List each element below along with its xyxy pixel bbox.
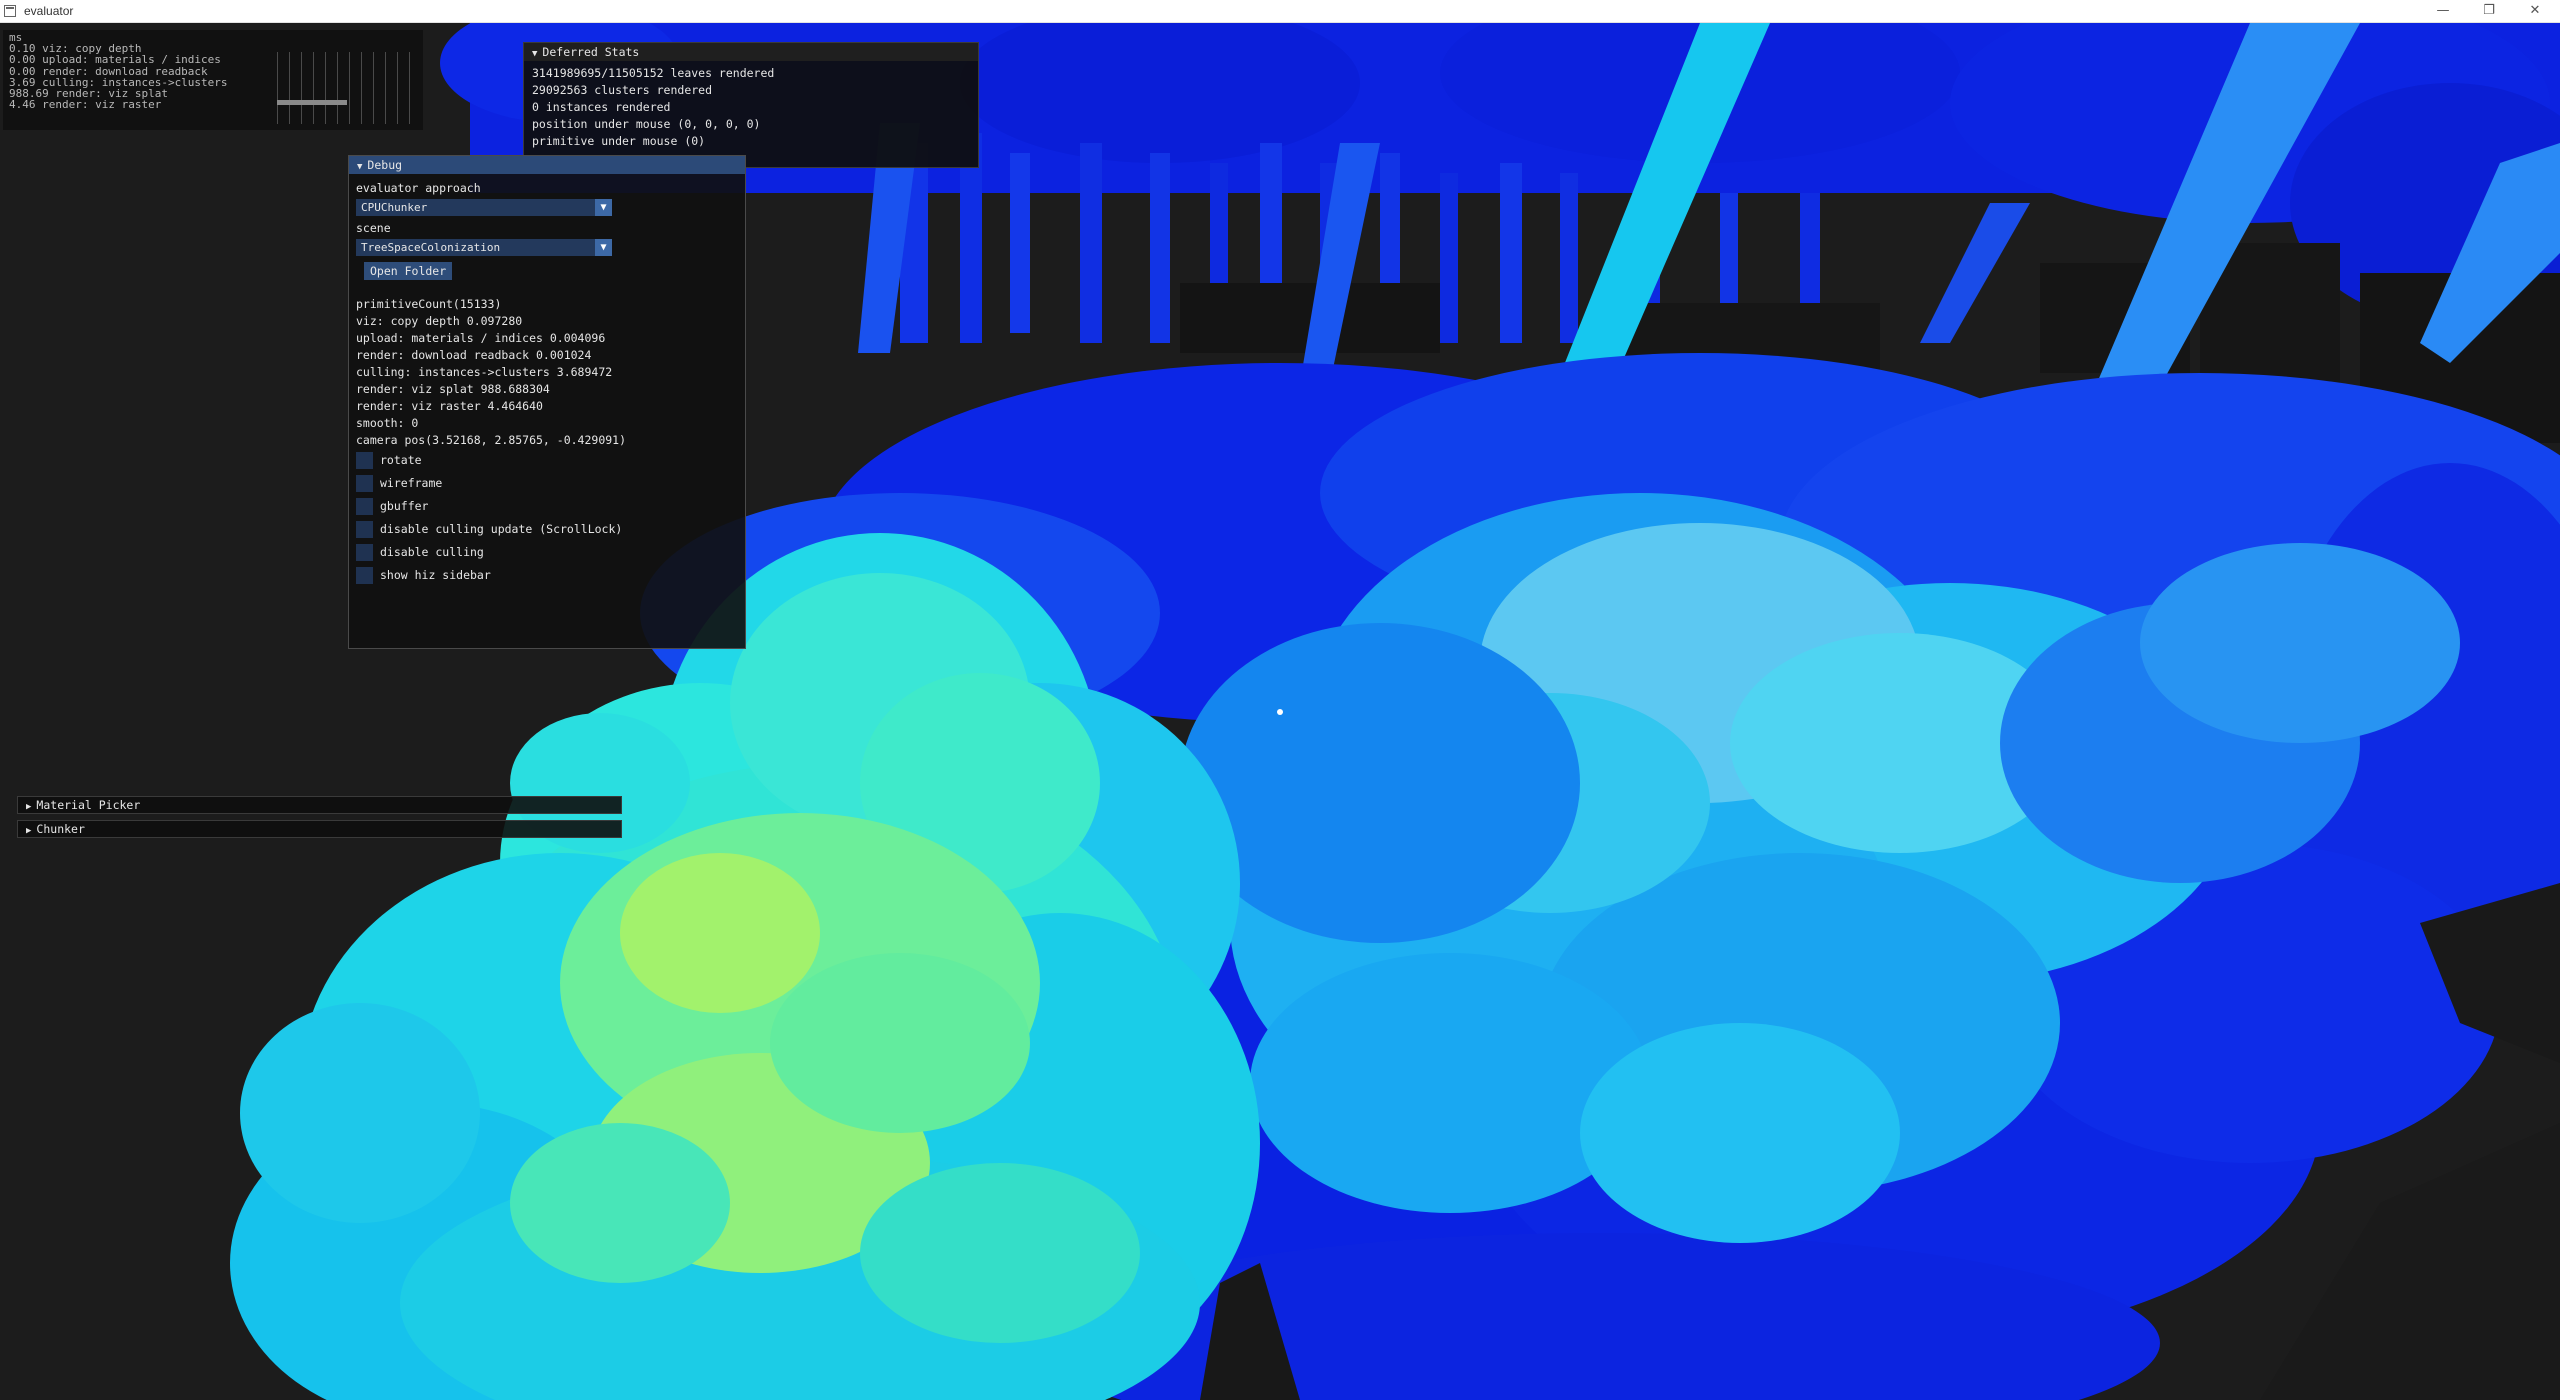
show-hiz-sidebar-checkbox[interactable]: show hiz sidebar [356,564,738,587]
app-icon [4,5,16,17]
debug-window[interactable]: ▼ Debug evaluator approach CPUChunker ▼ s… [348,155,746,649]
debug-line: render: viz splat 988.688304 [356,382,550,396]
checkbox-label: rotate [380,453,422,467]
material-picker-title: Material Picker [36,798,141,812]
chunker-window[interactable]: ▶ Chunker [17,820,622,838]
stats-line: 3141989695/11505152 leaves rendered [532,66,775,80]
debug-line: render: viz raster 4.464640 [356,399,543,413]
window-title: evaluator [24,4,74,18]
cursor-dot [1277,709,1283,715]
open-folder-button[interactable]: Open Folder [364,262,453,280]
debug-line: smooth: 0 [356,416,419,430]
chunker-title: Chunker [36,822,85,836]
checkbox-box[interactable] [356,475,373,492]
debug-line: upload: materials / indices 0.004096 [356,331,606,345]
debug-line: culling: instances->clusters 3.689472 [356,365,613,379]
scene-value: TreeSpaceColonization [361,241,501,254]
debug-line: viz: copy depth 0.097280 [356,314,523,328]
checkbox-box[interactable] [356,544,373,561]
debug-header[interactable]: ▼ Debug [349,156,745,174]
checkbox-box[interactable] [356,521,373,538]
camera-pos-line: camera pos(3.52168, 2.85765, -0.429091) [356,433,627,447]
rotate-checkbox[interactable]: rotate [356,449,738,472]
stats-line: position under mouse (0, 0, 0, 0) [532,117,761,131]
material-picker-window[interactable]: ▶ Material Picker [17,796,622,814]
material-picker-header[interactable]: ▶ Material Picker [18,797,621,813]
disable-culling-update-checkbox[interactable]: disable culling update (ScrollLock) [356,518,738,541]
close-button[interactable]: ✕ [2512,0,2558,22]
approach-combo[interactable]: CPUChunker ▼ [356,199,612,216]
stats-line: primitive under mouse (0) [532,134,706,148]
deferred-stats-header[interactable]: ▼ Deferred Stats [524,43,978,61]
approach-value: CPUChunker [361,201,428,214]
disable-culling-checkbox[interactable]: disable culling [356,541,738,564]
scene-label: scene [356,221,391,235]
chunker-header[interactable]: ▶ Chunker [18,821,621,837]
perf-bar-graph [275,52,419,124]
stats-line: 29092563 clusters rendered [532,83,713,97]
wireframe-checkbox[interactable]: wireframe [356,472,738,495]
checkbox-label: wireframe [380,476,443,490]
checkbox-box[interactable] [356,452,373,469]
stats-line: 0 instances rendered [532,100,671,114]
minimize-button[interactable]: — [2420,0,2466,22]
approach-label: evaluator approach [356,181,481,195]
checkbox-label: disable culling update (ScrollLock) [380,522,623,536]
checkbox-box[interactable] [356,567,373,584]
perf-bar-fill [277,100,347,105]
checkbox-box[interactable] [356,498,373,515]
debug-line: render: download readback 0.001024 [356,348,592,362]
triangle-down-icon: ▼ [357,162,363,172]
triangle-right-icon: ▶ [26,802,32,812]
perf-overlay: ms 0.10 viz: copy depth 0.00 upload: mat… [3,30,423,130]
scene-combo[interactable]: TreeSpaceColonization ▼ [356,239,612,256]
window-titlebar: evaluator — ❐ ✕ [0,0,2560,23]
deferred-stats-title: Deferred Stats [542,45,640,59]
gbuffer-checkbox[interactable]: gbuffer [356,495,738,518]
chevron-down-icon[interactable]: ▼ [595,199,612,216]
maximize-button[interactable]: ❐ [2466,0,2512,22]
triangle-right-icon: ▶ [26,826,32,836]
debug-title: Debug [367,158,403,172]
checkbox-label: show hiz sidebar [380,568,491,582]
chevron-down-icon[interactable]: ▼ [595,239,612,256]
debug-line: primitiveCount(15133) [356,297,502,311]
triangle-down-icon: ▼ [532,49,538,59]
deferred-stats-window[interactable]: ▼ Deferred Stats 3141989695/11505152 leav… [523,42,979,168]
checkbox-label: disable culling [380,545,484,559]
checkbox-label: gbuffer [380,499,429,513]
